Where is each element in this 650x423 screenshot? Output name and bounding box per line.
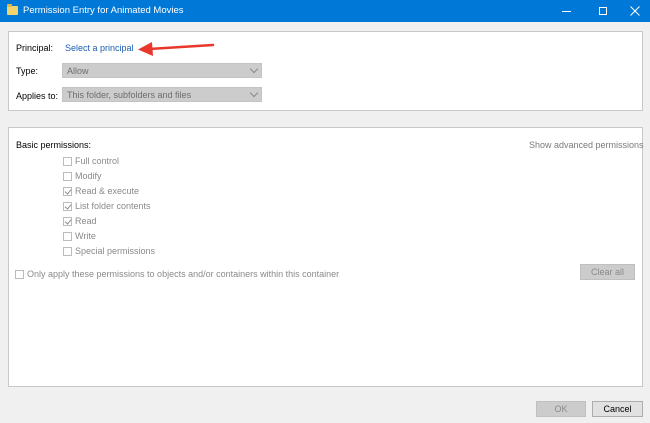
maximize-icon [598, 7, 607, 15]
checkbox[interactable] [63, 156, 72, 166]
type-value: Allow [67, 66, 89, 76]
permission-label: Write [75, 231, 96, 241]
applies-to-label: Applies to: [16, 91, 59, 101]
permission-item-read-execute[interactable]: Read & execute [63, 185, 139, 197]
minimize-button[interactable] [550, 0, 583, 22]
permission-label: Full control [75, 156, 120, 166]
title-bar[interactable]: Permission Entry for Animated Movies [0, 0, 650, 22]
only-apply-checkbox[interactable] [15, 269, 24, 279]
clear-all-button[interactable]: Clear all [580, 264, 635, 280]
close-icon [629, 6, 640, 16]
principal-label: Principal: [16, 43, 54, 53]
applies-to-dropdown[interactable]: This folder, subfolders and files [62, 87, 262, 102]
checkbox[interactable] [63, 201, 72, 211]
annotation-arrow-icon [138, 42, 215, 56]
maximize-button[interactable] [586, 0, 619, 22]
permission-label: Modify [75, 171, 102, 181]
folder-icon [7, 4, 18, 15]
checkbox[interactable] [63, 186, 72, 196]
permission-item-full-control[interactable]: Full control [63, 155, 119, 167]
checkbox[interactable] [63, 231, 72, 241]
checkbox[interactable] [63, 216, 72, 226]
select-principal-link[interactable]: Select a principal [65, 43, 134, 53]
permission-item-modify[interactable]: Modify [63, 170, 102, 182]
only-apply-option[interactable]: Only apply these permissions to objects … [15, 268, 339, 280]
chevron-down-icon [249, 64, 259, 74]
permission-item-read[interactable]: Read [63, 215, 97, 227]
permission-label: List folder contents [75, 201, 151, 211]
checkbox[interactable] [63, 171, 72, 181]
permission-label: Special permissions [75, 246, 156, 256]
only-apply-label: Only apply these permissions to objects … [27, 269, 340, 279]
chevron-down-icon [249, 88, 259, 98]
applies-to-value: This folder, subfolders and files [67, 90, 192, 100]
type-label: Type: [16, 66, 39, 76]
show-advanced-permissions-link[interactable]: Show advanced permissions [529, 140, 644, 150]
permission-label: Read & execute [75, 186, 140, 196]
basic-permissions-heading: Basic permissions: [16, 140, 92, 150]
minimize-icon [562, 10, 571, 12]
window-title: Permission Entry for Animated Movies [23, 5, 184, 16]
permission-item-special-permissions[interactable]: Special permissions [63, 245, 155, 257]
ok-button[interactable]: OK [536, 401, 586, 417]
checkbox[interactable] [63, 246, 72, 256]
permission-label: Read [75, 216, 97, 226]
cancel-button[interactable]: Cancel [592, 401, 643, 417]
type-dropdown[interactable]: Allow [62, 63, 262, 78]
permission-item-list-folder-contents[interactable]: List folder contents [63, 200, 151, 212]
close-button[interactable] [618, 0, 650, 22]
permission-item-write[interactable]: Write [63, 230, 96, 242]
